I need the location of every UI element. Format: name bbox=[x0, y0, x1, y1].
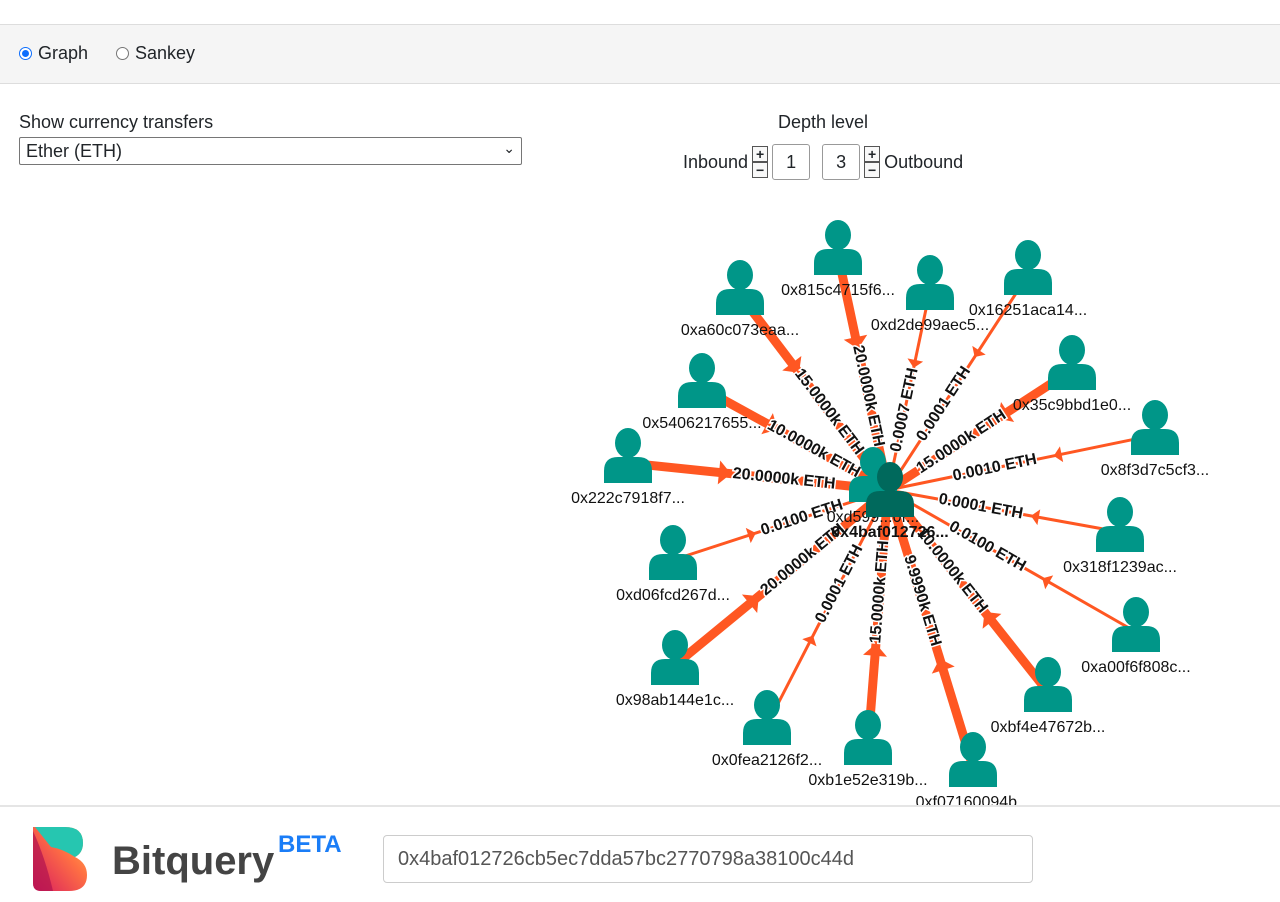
footer: Bitquery BETA 0x4baf012726cb5ec7dda57bc2… bbox=[0, 805, 1280, 902]
person-icon-head bbox=[960, 732, 986, 762]
node-address-label: 0xa00f6f808c... bbox=[1081, 659, 1190, 676]
graph-node[interactable]: 0xa60c073eaa... bbox=[681, 260, 799, 339]
graph-node[interactable]: 0xd06fcd267d... bbox=[616, 525, 730, 604]
address-search-input[interactable]: 0x4baf012726cb5ec7dda57bc2770798a38100c4… bbox=[383, 835, 1033, 883]
edge-amount-label: 20.0000k ETH bbox=[732, 465, 836, 493]
graph-node[interactable]: 0x5406217655... bbox=[642, 353, 762, 432]
person-icon-head bbox=[1035, 657, 1061, 687]
person-icon bbox=[844, 739, 892, 765]
edge-arrow bbox=[863, 643, 887, 657]
node-address-label: 0x16251aca14... bbox=[969, 302, 1087, 319]
person-icon-head bbox=[1142, 400, 1168, 430]
node-address-label: 0xd06fcd267d... bbox=[616, 587, 730, 604]
person-icon bbox=[649, 554, 697, 580]
person-icon-head bbox=[1107, 497, 1133, 527]
person-icon bbox=[716, 289, 764, 315]
person-icon-head bbox=[917, 255, 943, 285]
person-icon bbox=[906, 284, 954, 310]
person-icon-head bbox=[754, 690, 780, 720]
person-icon bbox=[1112, 626, 1160, 652]
edge-amount-label: 0.0007 ETH bbox=[887, 366, 921, 453]
graph-node[interactable]: 0xf07160094b... bbox=[916, 732, 1031, 805]
transfer-graph[interactable]: 20.0000k ETH 15.0000k ETH 0.0007 ETH 0.0001… bbox=[0, 0, 1280, 805]
node-address-label: 0x4baf012726... bbox=[831, 524, 948, 541]
person-icon-head bbox=[727, 260, 753, 290]
node-address-label: 0x0fea2126f2... bbox=[712, 752, 822, 769]
person-icon bbox=[1096, 526, 1144, 552]
person-icon-head bbox=[615, 428, 641, 458]
graph-node[interactable]: 0x35c9bbd1e0... bbox=[1013, 335, 1131, 414]
bitquery-logo-icon bbox=[33, 827, 87, 891]
graph-node[interactable]: 0xb1e52e319b... bbox=[808, 710, 928, 789]
node-address-label: 0xa60c073eaa... bbox=[681, 322, 799, 339]
person-icon-head bbox=[660, 525, 686, 555]
person-icon bbox=[678, 382, 726, 408]
person-icon bbox=[743, 719, 791, 745]
node-address-label: 0x222c7918f7... bbox=[571, 490, 685, 507]
node-address-label: 0x35c9bbd1e0... bbox=[1013, 397, 1131, 414]
graph-node[interactable]: 0x16251aca14... bbox=[969, 240, 1087, 319]
edge-amount-label: 15.0000k ETH bbox=[867, 540, 892, 644]
person-icon-head bbox=[1059, 335, 1085, 365]
person-icon bbox=[1131, 429, 1179, 455]
node-address-label: 0x8f3d7c5cf3... bbox=[1101, 462, 1210, 479]
node-address-label: 0x98ab144e1c... bbox=[616, 692, 734, 709]
person-icon bbox=[1024, 686, 1072, 712]
edge-arrow bbox=[717, 460, 731, 485]
node-address-label: 0xbf4e47672b... bbox=[991, 719, 1106, 736]
node-address-label: 0x815c4715f6... bbox=[781, 282, 895, 299]
graph-node[interactable]: 0x815c4715f6... bbox=[781, 220, 895, 299]
node-address-label: 0xb1e52e319b... bbox=[808, 772, 927, 789]
graph-node[interactable]: 0x98ab144e1c... bbox=[616, 630, 734, 709]
person-icon-head bbox=[1015, 240, 1041, 270]
person-icon bbox=[866, 491, 914, 517]
person-icon-head bbox=[855, 710, 881, 740]
person-icon bbox=[1004, 269, 1052, 295]
person-icon-head bbox=[877, 462, 903, 492]
brand-name: Bitquery bbox=[112, 839, 275, 883]
graph-node[interactable]: 0x318f1239ac... bbox=[1063, 497, 1177, 576]
node-address-label: 0xd2de99aec5... bbox=[871, 317, 989, 334]
person-icon bbox=[814, 249, 862, 275]
node-address-label: 0xf07160094b... bbox=[916, 794, 1031, 805]
edge-amount-label: 0.0001 ETH bbox=[937, 491, 1024, 523]
person-icon-head bbox=[689, 353, 715, 383]
person-icon-head bbox=[1123, 597, 1149, 627]
person-icon-head bbox=[662, 630, 688, 660]
person-icon bbox=[604, 457, 652, 483]
beta-badge: BETA bbox=[278, 831, 342, 858]
edge-amount-label: 9.9990k ETH bbox=[900, 553, 944, 648]
node-address-label: 0x5406217655... bbox=[642, 415, 761, 432]
person-icon bbox=[949, 761, 997, 787]
person-icon-head bbox=[825, 220, 851, 250]
edge-amount-label: 0.0010 ETH bbox=[951, 451, 1038, 485]
person-icon bbox=[1048, 364, 1096, 390]
node-address-label: 0x318f1239ac... bbox=[1063, 559, 1177, 576]
person-icon bbox=[651, 659, 699, 685]
